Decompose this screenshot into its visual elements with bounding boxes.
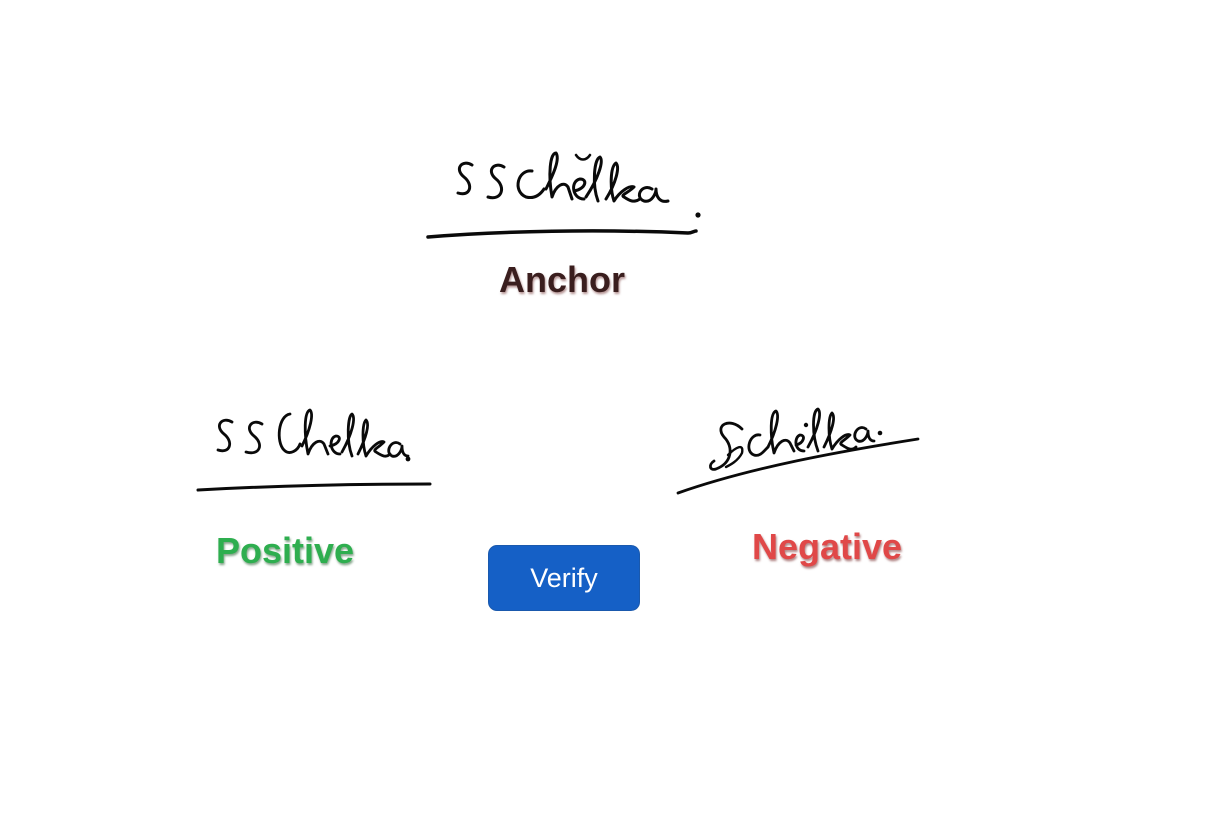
anchor-label: Anchor: [499, 259, 625, 300]
positive-label: Positive: [216, 530, 355, 571]
negative-signature: [672, 395, 932, 505]
positive-signature: [190, 400, 440, 500]
anchor-signature: [420, 145, 710, 245]
negative-label: Negative: [752, 526, 903, 567]
verify-button[interactable]: Verify: [488, 545, 640, 611]
